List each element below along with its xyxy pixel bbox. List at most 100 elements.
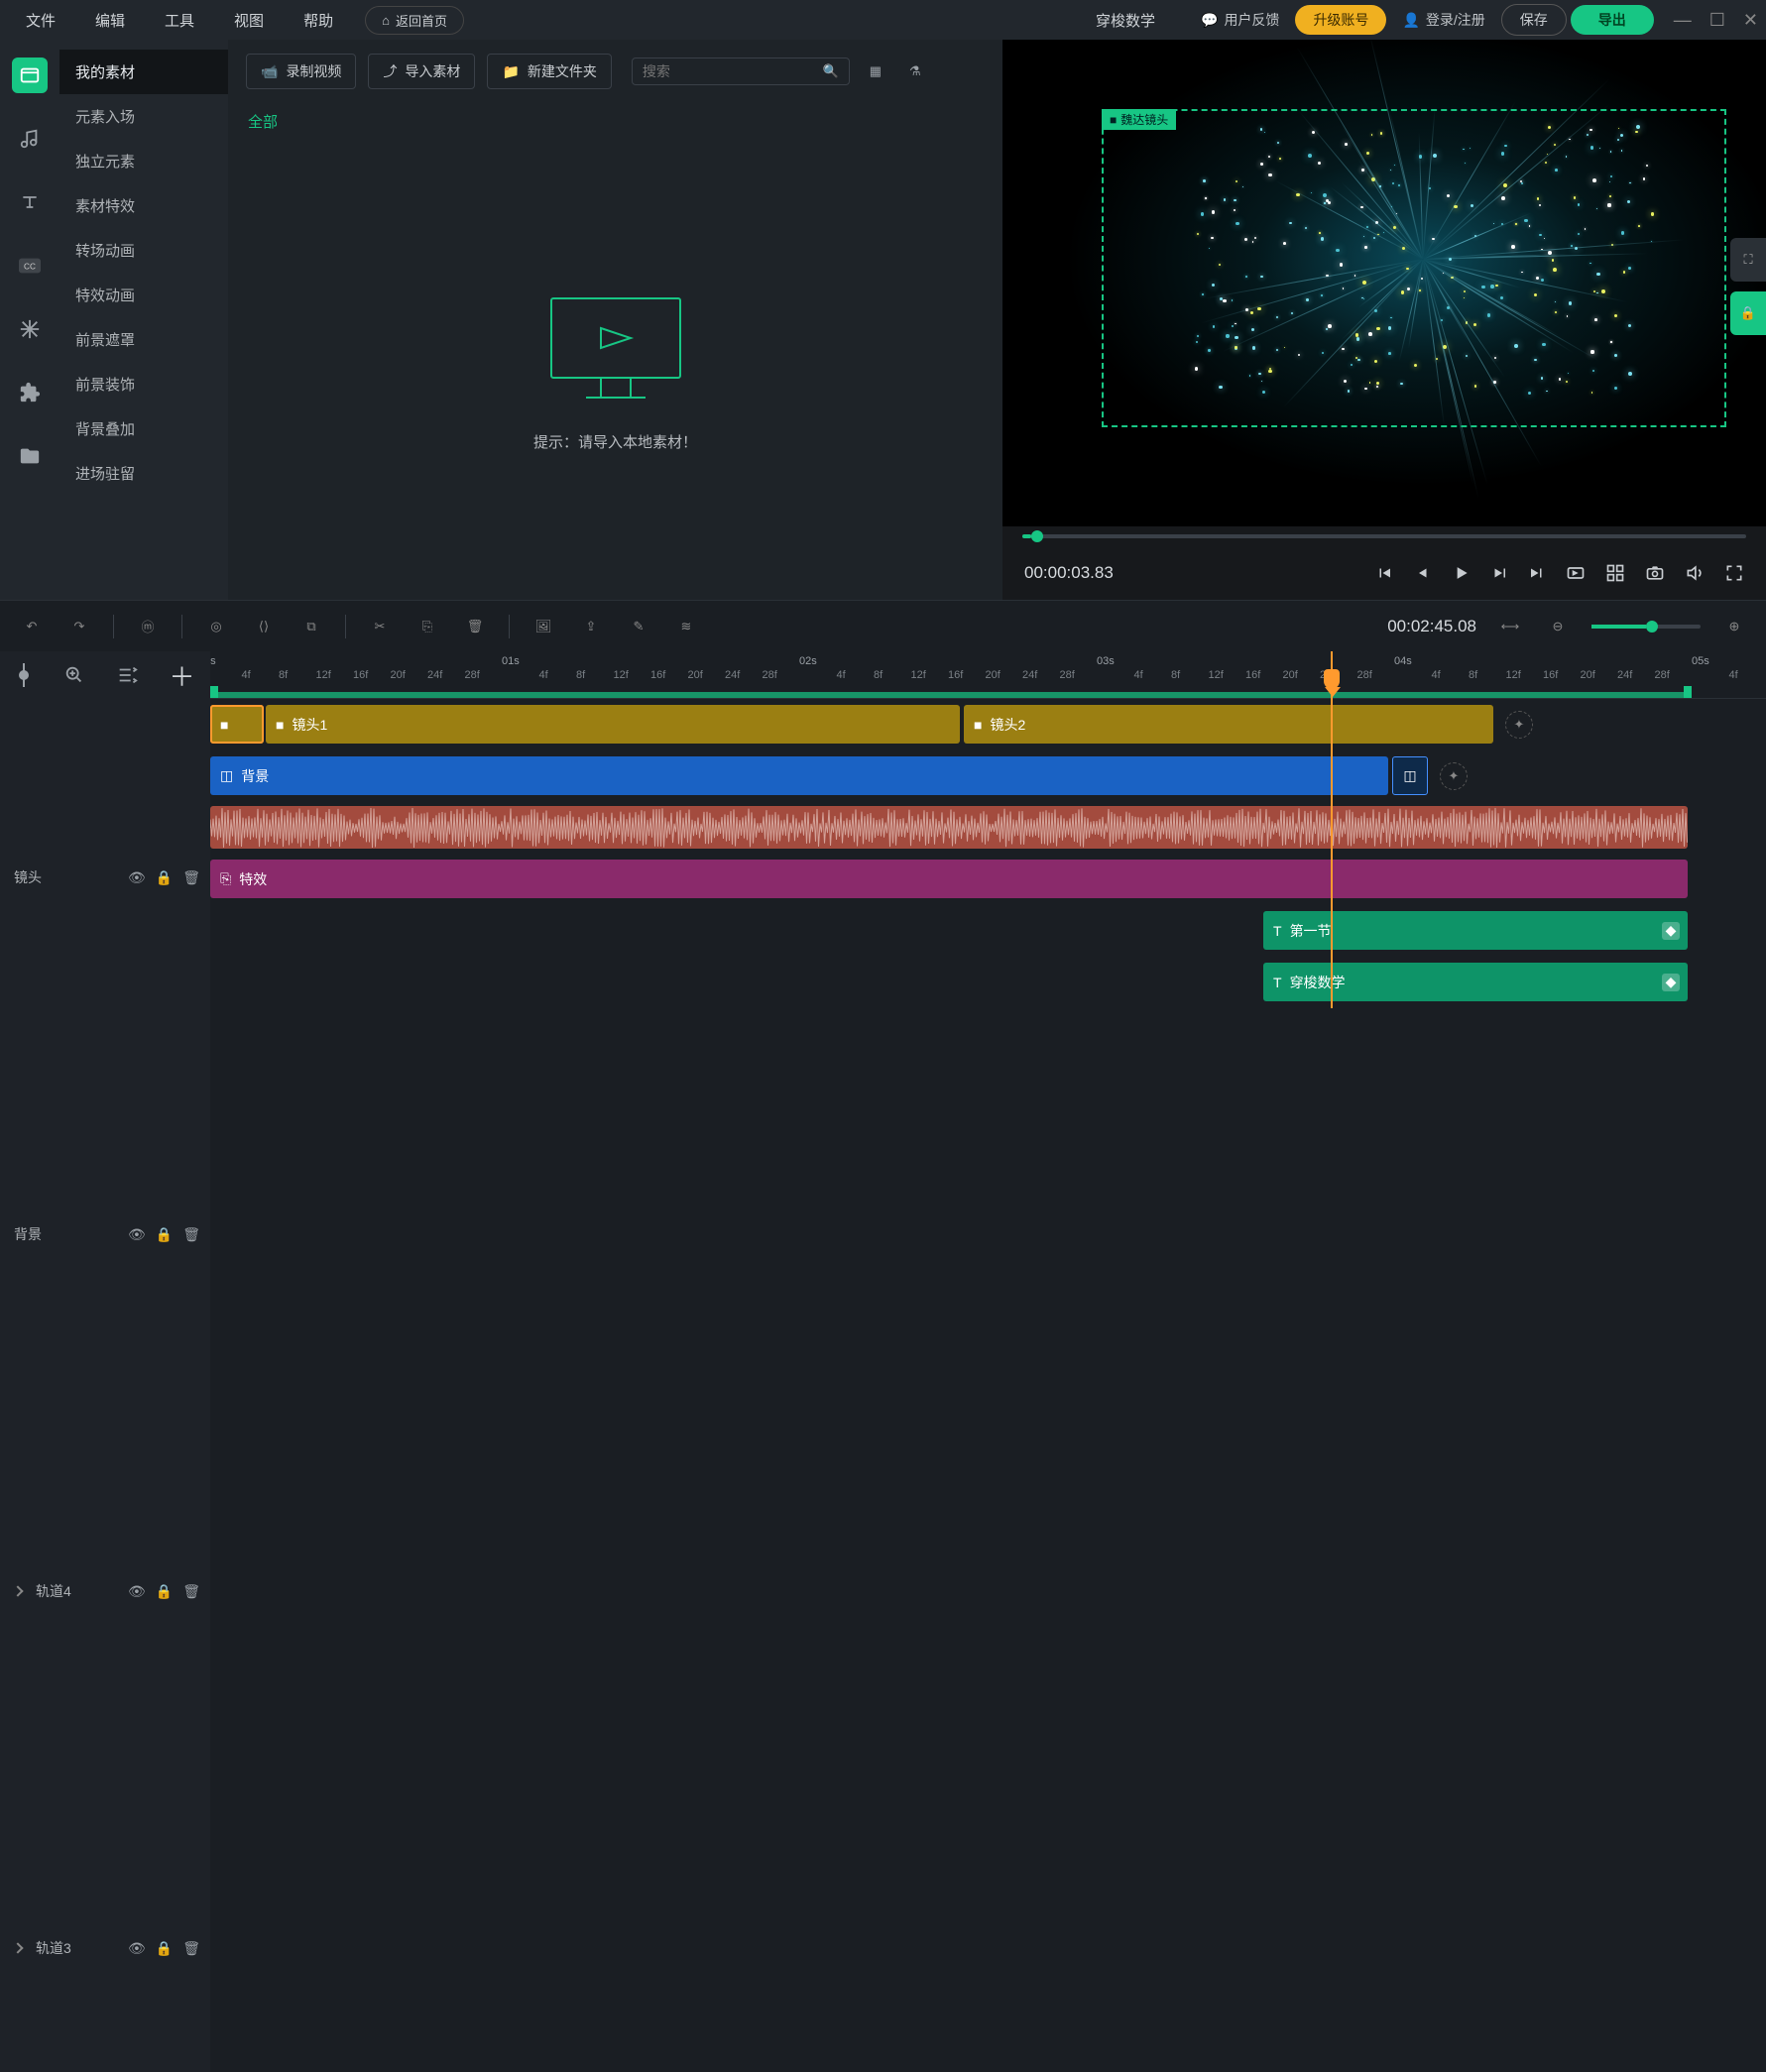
new-folder-button[interactable]: 📁新建文件夹 — [487, 54, 611, 89]
lock-icon[interactable]: 🔒 — [156, 1583, 173, 1600]
zoom-out-icon[interactable]: ⊖ — [1544, 613, 1572, 640]
trash-icon[interactable]: 🗑 — [182, 1583, 200, 1600]
lock-icon[interactable]: 🔒 — [156, 1226, 173, 1243]
rail-text-icon[interactable] — [12, 184, 48, 220]
export-button[interactable]: 导出 — [1571, 5, 1654, 35]
crop-icon[interactable]: ✂ — [366, 613, 394, 640]
cat-element-enter[interactable]: 元素入场 — [59, 94, 228, 139]
menu-view[interactable]: 视图 — [216, 4, 282, 37]
lock-icon[interactable]: 🔒 — [156, 869, 173, 886]
timeline-ruler[interactable]: 0s4f8f12f16f20f24f28f01s4f8f12f16f20f24f… — [210, 651, 1766, 699]
clip-shot-sel[interactable]: ■ — [210, 705, 264, 744]
search-input[interactable] — [643, 63, 823, 79]
menu-tools[interactable]: 工具 — [147, 4, 212, 37]
zoom-slider[interactable] — [1591, 625, 1701, 629]
eye-icon[interactable]: 👁 — [128, 869, 146, 886]
maximize-button[interactable]: ☐ — [1709, 10, 1725, 31]
preview-scrubber[interactable] — [1002, 526, 1766, 546]
skip-end-icon[interactable] — [1528, 564, 1546, 582]
close-button[interactable]: ✕ — [1743, 10, 1758, 31]
skip-start-icon[interactable] — [1375, 564, 1393, 582]
next-frame-icon[interactable] — [1490, 564, 1508, 582]
bracket-icon[interactable]: ⟨⟩ — [250, 613, 278, 640]
cat-bg-overlay[interactable]: 背景叠加 — [59, 406, 228, 451]
cat-fg-decor[interactable]: 前景装饰 — [59, 362, 228, 406]
tracklist-icon[interactable] — [116, 664, 138, 686]
cat-enter-hold[interactable]: 进场驻留 — [59, 451, 228, 496]
login-link[interactable]: 👤 登录/注册 — [1390, 6, 1496, 34]
rail-audio-icon[interactable] — [12, 121, 48, 157]
rail-media-icon[interactable] — [12, 58, 48, 93]
play-icon[interactable] — [1451, 563, 1471, 583]
zoom-in-icon[interactable]: ⊕ — [1720, 613, 1748, 640]
cat-fx-anim[interactable]: 特效动画 — [59, 273, 228, 317]
chevron-right-icon[interactable] — [12, 1942, 23, 1953]
cat-fg-mask[interactable]: 前景遮罩 — [59, 317, 228, 362]
clip-title[interactable]: T穿梭数学◆ — [1263, 963, 1688, 1001]
search-field[interactable]: 🔍 — [632, 58, 850, 85]
clip-shot2[interactable]: ■镜头2 — [964, 705, 1493, 744]
add-track-icon[interactable]: ＋ — [169, 657, 194, 694]
rail-folder-icon[interactable] — [12, 438, 48, 474]
clip-audio[interactable] — [210, 806, 1688, 849]
filter-icon[interactable]: ⚗ — [901, 58, 929, 85]
zoom-search-icon[interactable] — [63, 664, 85, 686]
add-shot-button[interactable]: ✦ — [1505, 711, 1533, 739]
layers-icon[interactable]: ≋ — [672, 613, 700, 640]
clip-bg-badge[interactable]: ◫ — [1392, 756, 1428, 795]
keyframe-icon[interactable]: ◆ — [1662, 974, 1680, 991]
eye-icon[interactable]: 👁 — [128, 1940, 146, 1957]
preview-viewport[interactable]: ■ 魏达镜头 — [1002, 40, 1766, 526]
minimize-button[interactable]: — — [1674, 10, 1692, 31]
menu-help[interactable]: 帮助 — [286, 4, 351, 37]
lock-tool-icon[interactable]: 🔒 — [1730, 291, 1766, 335]
clip-bg[interactable]: ◫背景 — [210, 756, 1388, 795]
edit-icon[interactable]: ✎ — [625, 613, 652, 640]
volume-icon[interactable] — [1685, 563, 1705, 583]
chevron-right-icon[interactable] — [12, 1585, 23, 1596]
grid-view-icon[interactable]: ▦ — [862, 58, 889, 85]
trash-icon[interactable]: 🗑 — [182, 1940, 200, 1957]
menu-file[interactable]: 文件 — [8, 4, 73, 37]
filter-all-label[interactable]: 全部 — [228, 103, 1002, 140]
image-icon[interactable]: 🖼 — [530, 613, 557, 640]
target-icon[interactable]: ◎ — [202, 613, 230, 640]
eye-icon[interactable]: 👁 — [128, 1226, 146, 1243]
crop-tool-icon[interactable]: ⛶ — [1730, 238, 1766, 282]
delete-icon[interactable]: 🗑 — [461, 613, 489, 640]
rail-pattern-icon[interactable] — [12, 311, 48, 347]
menu-edit[interactable]: 编辑 — [77, 4, 143, 37]
fullscreen-icon[interactable] — [1724, 563, 1744, 583]
redo-icon[interactable]: ↷ — [65, 613, 93, 640]
prev-frame-icon[interactable] — [1413, 564, 1431, 582]
copy-icon[interactable]: ⎘ — [413, 613, 441, 640]
feedback-link[interactable]: 💬 用户反馈 — [1189, 6, 1291, 34]
magnet-icon[interactable]: ⓜ — [134, 613, 162, 640]
cat-transition[interactable]: 转场动画 — [59, 228, 228, 273]
cat-independent[interactable]: 独立元素 — [59, 139, 228, 183]
vslider-icon[interactable] — [15, 661, 33, 689]
keyframe-icon[interactable]: ◆ — [1662, 922, 1680, 940]
home-button[interactable]: ⌂ 返回首页 — [365, 6, 464, 35]
grid-icon[interactable] — [1605, 563, 1625, 583]
cat-material-fx[interactable]: 素材特效 — [59, 183, 228, 228]
snapshot-icon[interactable] — [1645, 563, 1665, 583]
rail-plugin-icon[interactable] — [12, 375, 48, 410]
eye-icon[interactable]: 👁 — [128, 1583, 146, 1600]
mirror-icon[interactable]: ⧉ — [297, 613, 325, 640]
trash-icon[interactable]: 🗑 — [182, 869, 200, 886]
rail-cc-icon[interactable]: CC — [12, 248, 48, 284]
timeline-lanes[interactable]: 0s4f8f12f16f20f24f28f01s4f8f12f16f20f24f… — [210, 651, 1766, 1008]
fit-icon[interactable]: ⟷ — [1496, 613, 1524, 640]
trash-icon[interactable]: 🗑 — [182, 1226, 200, 1243]
clip-fx[interactable]: ⎘特效 — [210, 860, 1688, 898]
cat-my-material[interactable]: 我的素材 — [59, 50, 228, 94]
save-button[interactable]: 保存 — [1501, 4, 1567, 36]
undo-icon[interactable]: ↶ — [18, 613, 46, 640]
add-bg-button[interactable]: ✦ — [1440, 762, 1468, 790]
loop-icon[interactable] — [1566, 563, 1586, 583]
lock-icon[interactable]: 🔒 — [156, 1940, 173, 1957]
record-button[interactable]: 📹录制视频 — [246, 54, 356, 89]
marker-icon[interactable]: ⇪ — [577, 613, 605, 640]
upgrade-button[interactable]: 升级账号 — [1295, 5, 1386, 35]
